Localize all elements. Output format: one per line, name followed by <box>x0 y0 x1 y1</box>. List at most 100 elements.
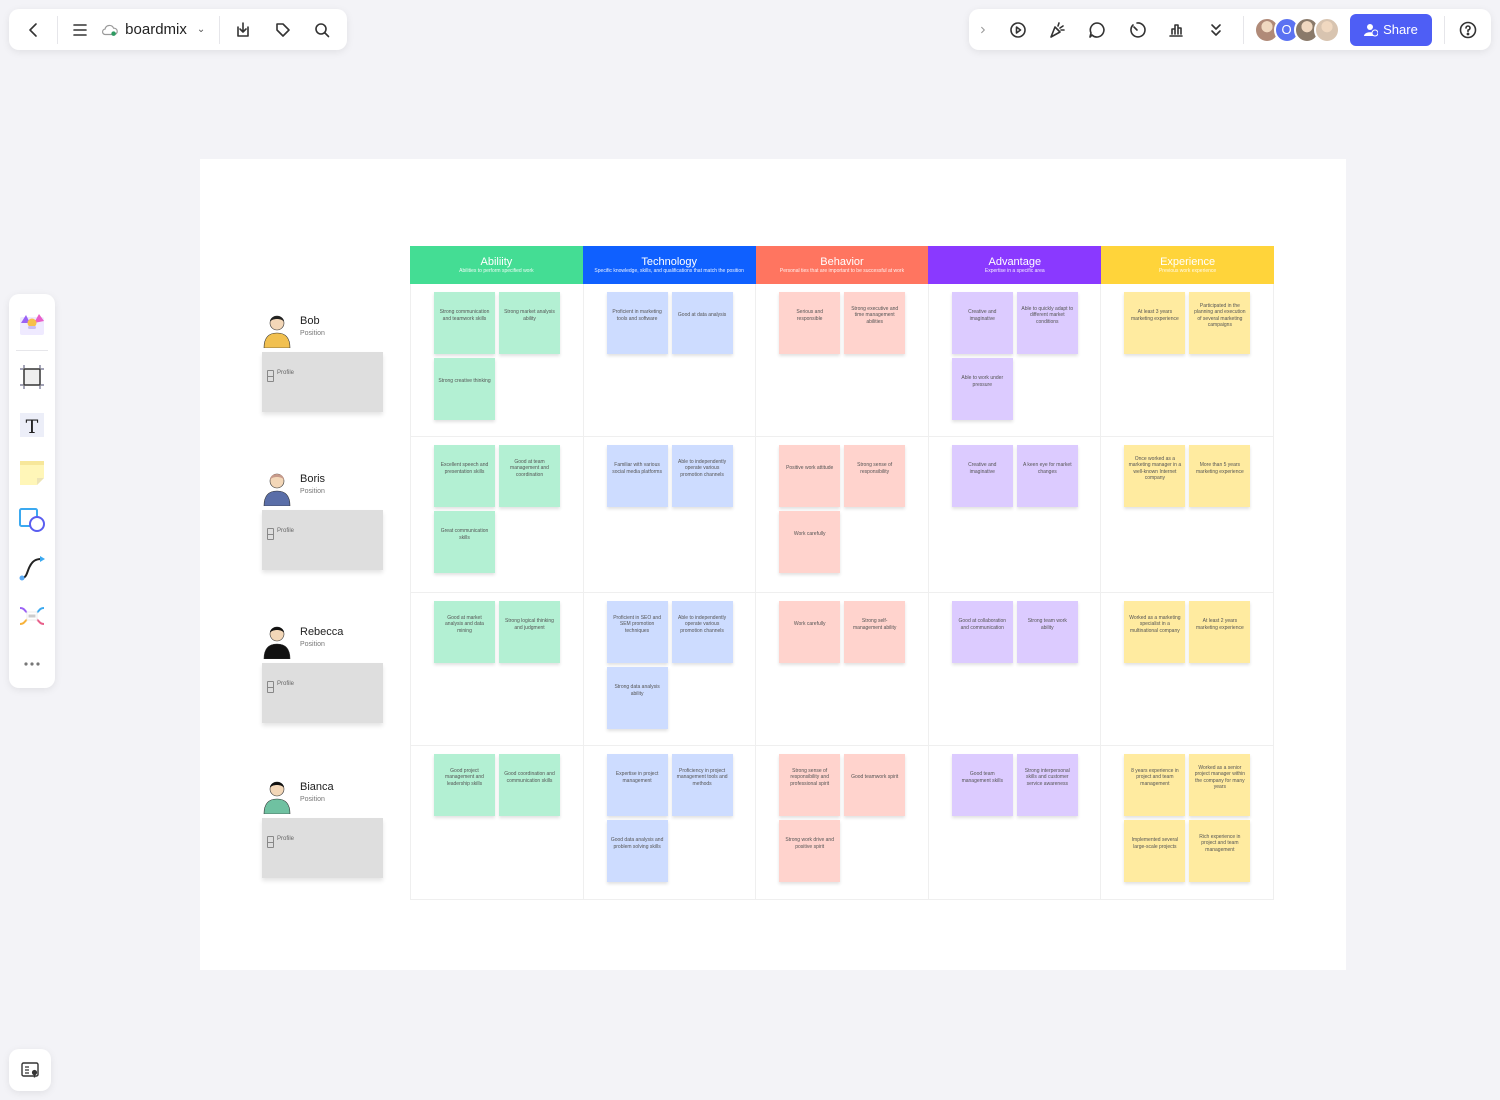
matrix-cell: Worked as a marketing specialist in a mu… <box>1101 593 1274 745</box>
celebrate-icon <box>1050 21 1066 38</box>
more-tools-button[interactable] <box>9 640 55 688</box>
back-button[interactable] <box>19 15 49 45</box>
download-icon <box>237 21 249 37</box>
sticky-note[interactable]: Able to independently operate various pr… <box>671 601 733 663</box>
sticky-note[interactable]: Worked as a marketing specialist in a mu… <box>1124 601 1186 663</box>
matrix-cell: Excellent speech and presentation skills… <box>410 437 584 592</box>
text-tool[interactable]: T <box>9 401 55 449</box>
comment-button[interactable] <box>1082 15 1112 45</box>
timer-button[interactable] <box>1122 15 1152 45</box>
sticky-note[interactable]: Work carefully <box>779 511 841 573</box>
sticky-note[interactable]: Strong self-management ability <box>844 601 906 663</box>
sticky-note[interactable]: Able to independently operate various pr… <box>671 445 733 507</box>
sticky-note[interactable]: Good at team management and coordination <box>499 445 560 507</box>
board-title-dropdown[interactable]: boardmix ⌄ <box>95 21 211 38</box>
sticky-note[interactable]: Creative and imaginative <box>951 292 1013 354</box>
sticky-note[interactable]: Strong work drive and positive spirit <box>779 820 841 882</box>
search-button[interactable] <box>307 15 337 45</box>
profile-icon <box>267 370 274 382</box>
menu-button[interactable] <box>66 15 96 45</box>
more-tools-icon <box>24 662 40 666</box>
sticky-note[interactable]: Good coordination and communication skil… <box>499 754 560 816</box>
expand-button[interactable] <box>977 15 989 45</box>
sticky-note[interactable]: Expertise in project management <box>606 754 668 816</box>
collaborator-avatar[interactable] <box>1313 16 1340 43</box>
profile-icon <box>267 681 274 693</box>
sticky-note[interactable]: Good teamwork spirit <box>844 754 906 816</box>
sticky-note[interactable]: 8 years experience in project and team m… <box>1124 754 1186 816</box>
person-rebecca: Rebecca Position Profile <box>262 619 384 723</box>
sticky-note[interactable]: Good at collaboration and communication <box>951 601 1013 663</box>
frame-tool[interactable] <box>9 353 55 401</box>
profile-card[interactable]: Profile <box>262 663 383 723</box>
sticky-note[interactable]: Good at data analysis <box>671 292 733 354</box>
profile-card[interactable]: Profile <box>262 510 383 570</box>
sticky-note[interactable]: At least 2 years marketing experience <box>1189 601 1251 663</box>
top-right-toolbar: O Share <box>969 9 1491 50</box>
sticky-note[interactable]: Strong sense of responsibility <box>844 445 906 507</box>
sticky-note[interactable]: Participated in the planning and executi… <box>1189 292 1251 354</box>
sticky-note[interactable]: Strong sense of responsibility and profe… <box>779 754 841 816</box>
sticky-note[interactable]: Great communication skills <box>434 511 495 573</box>
sticky-note[interactable]: More than 5 years marketing experience <box>1189 445 1251 507</box>
sticky-note[interactable]: Work carefully <box>779 601 841 663</box>
connector-tool[interactable] <box>9 544 55 592</box>
sticky-note[interactable]: Proficiency in project management tools … <box>671 754 733 816</box>
sticky-note[interactable]: Strong logical thinking and judgment <box>499 601 560 663</box>
sticky-note[interactable]: Good at market analysis and data mining <box>434 601 495 663</box>
sticky-note[interactable]: Able to work under pressure <box>951 358 1013 420</box>
template-tool[interactable] <box>9 300 55 348</box>
sticky-note[interactable]: Creative and imaginative <box>951 445 1013 507</box>
tag-button[interactable] <box>268 15 298 45</box>
sticky-note[interactable]: Strong creative thinking <box>434 358 495 420</box>
sticky-note[interactable]: Able to quickly adapt to different marke… <box>1016 292 1078 354</box>
sticky-note[interactable]: Implemented several large-scale projects <box>1124 820 1186 882</box>
matrix-cell: Expertise in project management Proficien… <box>584 746 757 899</box>
present-button[interactable] <box>1003 15 1033 45</box>
column-header-behavior[interactable]: Behavior Personal ties that are importan… <box>755 246 929 284</box>
more-button[interactable] <box>1201 15 1231 45</box>
cloud-sync-icon <box>102 24 118 36</box>
board-title: boardmix <box>125 21 187 38</box>
column-header-experience[interactable]: Experience Previous work experience <box>1101 246 1274 284</box>
sticky-note[interactable]: Proficient in marketing tools and softwa… <box>606 292 668 354</box>
minimap-button[interactable] <box>9 1049 51 1091</box>
share-button[interactable]: Share <box>1349 13 1433 46</box>
celebrate-button[interactable] <box>1043 15 1073 45</box>
sticky-note-tool[interactable] <box>9 449 55 497</box>
sticky-note[interactable]: Strong interpersonal skills and customer… <box>1016 754 1078 816</box>
column-header-abiliity[interactable]: Abiliity Abilities to perform specified … <box>410 246 583 284</box>
shape-tool[interactable] <box>9 497 55 545</box>
sticky-note[interactable]: Strong communication and teamwork skills <box>434 292 495 354</box>
sticky-note[interactable]: Excellent speech and presentation skills <box>434 445 495 507</box>
sticky-note[interactable]: Familiar with various social media platf… <box>606 445 668 507</box>
sticky-note[interactable]: Once worked as a marketing manager in a … <box>1124 445 1186 507</box>
sticky-note[interactable]: Positive work attitude <box>779 445 841 507</box>
sticky-note[interactable]: Good project management and leadership s… <box>434 754 495 816</box>
sticky-note[interactable]: Strong data analysis ability <box>606 667 668 729</box>
sticky-note[interactable]: Strong market analysis ability <box>499 292 560 354</box>
vote-button[interactable] <box>1161 15 1191 45</box>
help-button[interactable] <box>1453 15 1483 45</box>
sticky-note[interactable]: Rich experience in project and team mana… <box>1189 820 1251 882</box>
column-headers: Abiliity Abilities to perform specified … <box>410 246 1274 284</box>
sticky-note[interactable]: Worked as a senior project manager withi… <box>1189 754 1251 816</box>
matrix-row-boris: Excellent speech and presentation skills… <box>410 437 1274 593</box>
download-button[interactable] <box>228 15 258 45</box>
sticky-note[interactable]: A keen eye for market changes <box>1016 445 1078 507</box>
mindmap-tool[interactable] <box>9 592 55 640</box>
sticky-note[interactable]: Good team management skills <box>951 754 1013 816</box>
sticky-note[interactable]: Serious and responsible <box>779 292 841 354</box>
sticky-note[interactable]: At least 3 years marketing experience <box>1124 292 1186 354</box>
sticky-note[interactable]: Strong executive and time management abi… <box>844 292 906 354</box>
sticky-note[interactable]: Strong team work ability <box>1016 601 1078 663</box>
profile-card[interactable]: Profile <box>262 818 383 878</box>
profile-card[interactable]: Profile <box>262 352 383 412</box>
sticky-note[interactable]: Good data analysis and problem solving s… <box>606 820 668 882</box>
column-header-advantage[interactable]: Advantage Expertise in a specific area <box>928 246 1102 284</box>
avatar <box>263 781 291 814</box>
matrix-cell: Serious and responsible Strong executive … <box>756 284 929 436</box>
column-header-technology[interactable]: Technology Specific knowledge, skills, a… <box>582 246 756 284</box>
sticky-note[interactable]: Proficient in SEO and SEM promotion tech… <box>606 601 668 663</box>
column-title: Behavior <box>820 256 864 268</box>
